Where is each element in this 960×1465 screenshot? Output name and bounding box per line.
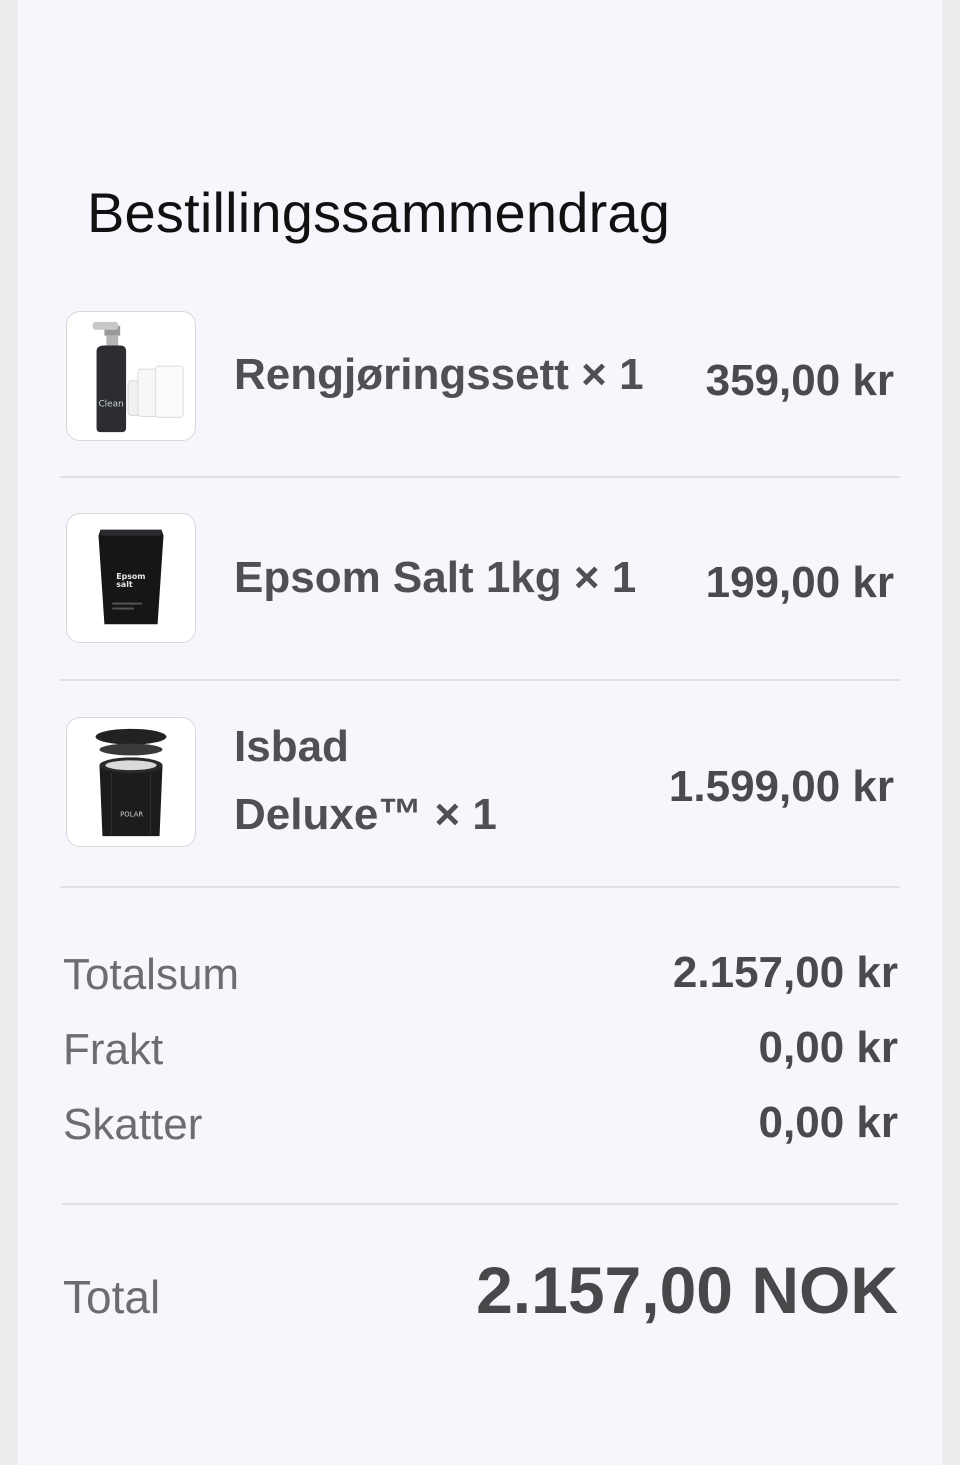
- divider: [60, 886, 900, 888]
- subtotal-label: Totalsum: [63, 950, 240, 999]
- cleaning-kit-image: Clean: [66, 311, 196, 441]
- total-value: 2.157,00 NOK: [476, 1253, 898, 1327]
- item-price: 359,00 kr: [705, 356, 894, 405]
- line-item-ice-bath: POLAR Isbad Deluxe™ × 1 1.599,00 kr: [60, 717, 900, 849]
- taxes-label: Skatter: [63, 1100, 203, 1149]
- subtotal-row: Totalsum 2.157,00 kr: [63, 948, 898, 1004]
- svg-text:POLAR: POLAR: [120, 810, 143, 818]
- ice-bath-image: POLAR: [66, 717, 196, 847]
- line-item-epsom-salt: Epsom salt Epsom Salt 1kg × 1 199,00 kr: [60, 513, 900, 644]
- shipping-value: 0,00 kr: [758, 1023, 898, 1072]
- shipping-row: Frakt 0,00 kr: [63, 1023, 898, 1079]
- item-price: 1.599,00 kr: [668, 762, 894, 811]
- divider: [60, 476, 900, 478]
- svg-text:salt: salt: [116, 580, 133, 589]
- item-name-line2: Deluxe™ × 1: [234, 790, 497, 839]
- item-name-line1: Isbad: [234, 722, 349, 771]
- svg-text:Clean: Clean: [99, 400, 124, 410]
- subtotal-value: 2.157,00 kr: [672, 948, 898, 997]
- item-name: Epsom Salt 1kg × 1: [234, 553, 637, 602]
- taxes-value: 0,00 kr: [758, 1098, 898, 1147]
- total-row: Total 2.157,00 NOK: [63, 1252, 898, 1332]
- total-label: Total: [63, 1271, 161, 1323]
- item-name: Rengjøringssett × 1: [234, 350, 644, 399]
- item-price: 199,00 kr: [705, 558, 894, 607]
- line-item-cleaning-kit: Clean Rengjøringssett × 1 359,00 kr: [60, 311, 900, 442]
- epsom-salt-image: Epsom salt: [66, 513, 196, 643]
- shipping-label: Frakt: [63, 1025, 164, 1074]
- divider: [60, 679, 900, 681]
- divider: [62, 1203, 898, 1205]
- taxes-row: Skatter 0,00 kr: [63, 1098, 898, 1154]
- order-summary-title: Bestillingssammendrag: [87, 181, 671, 244]
